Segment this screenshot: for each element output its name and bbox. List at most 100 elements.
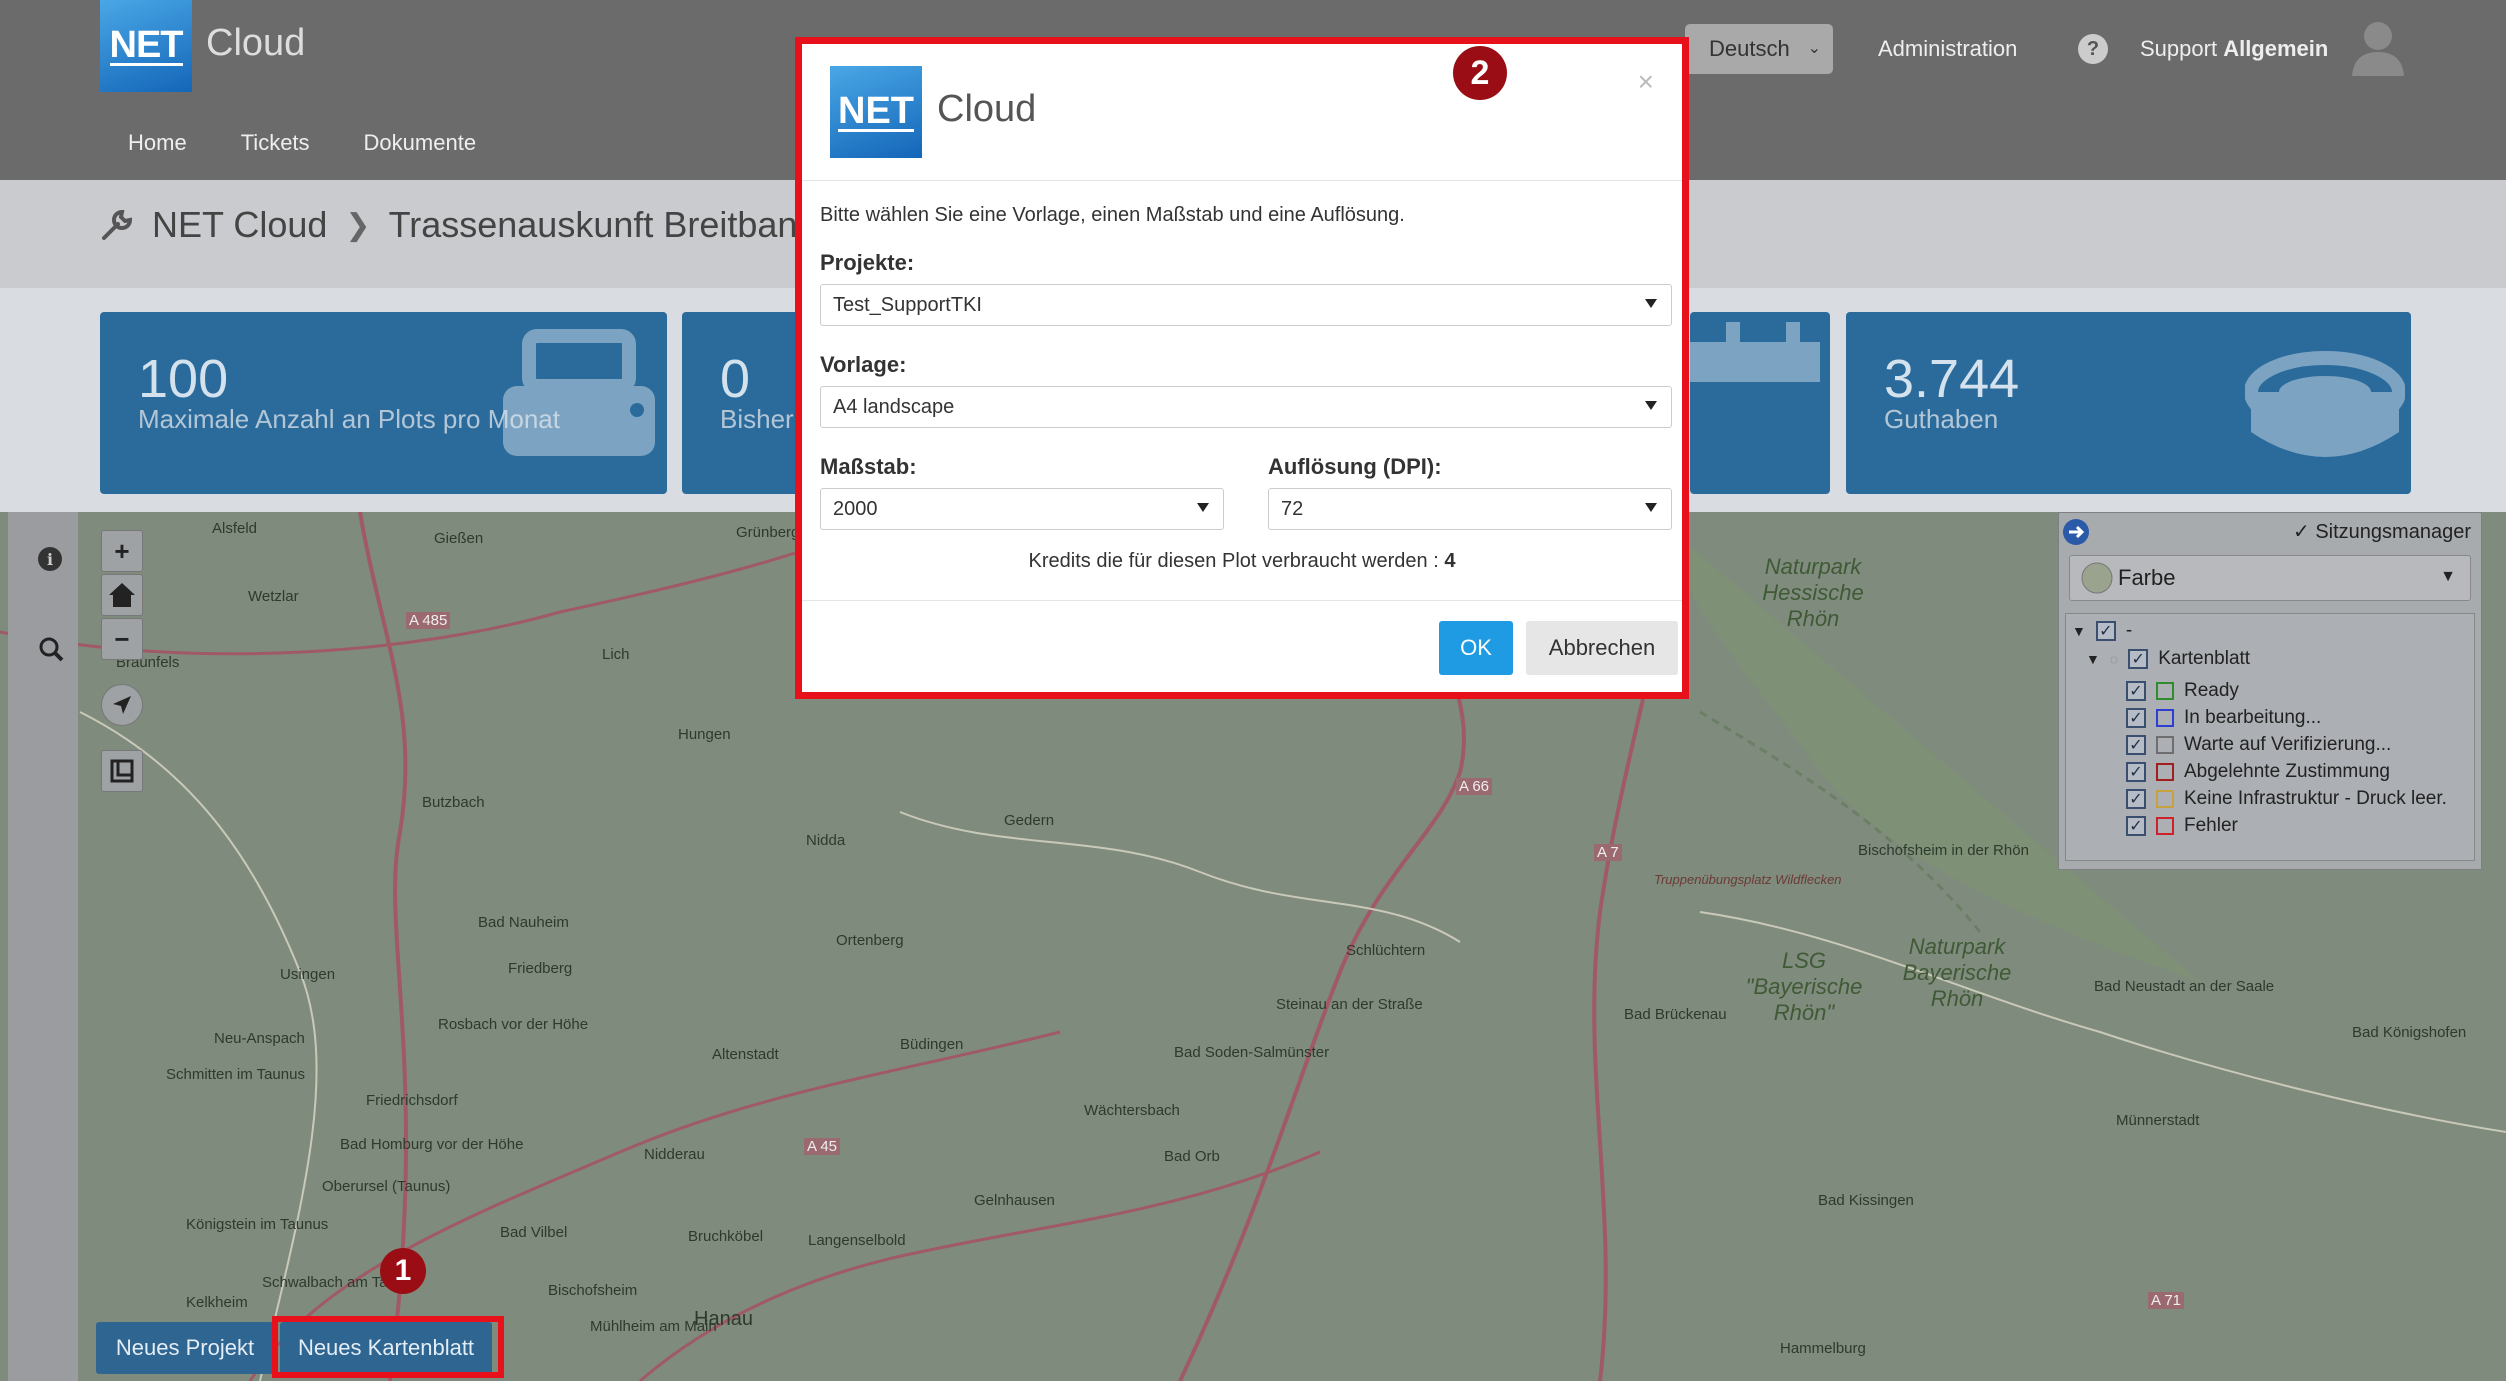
layer-item[interactable]: ✓ In bearbeitung... — [2126, 707, 2321, 729]
map-label: Königstein im Taunus — [186, 1216, 329, 1233]
legend-swatch — [2156, 817, 2174, 835]
close-icon[interactable]: × — [1638, 66, 1654, 98]
layer-item[interactable]: ✓ Keine Infrastruktur - Druck leer. — [2126, 788, 2447, 810]
nav-tickets[interactable]: Tickets — [241, 130, 310, 156]
layer-checkbox[interactable]: ✓ — [2126, 816, 2146, 836]
step-badge-1: 1 — [380, 1248, 426, 1294]
nav-home[interactable]: Home — [128, 130, 187, 156]
layer-checkbox[interactable]: ✓ — [2095, 621, 2116, 641]
ruler-icon — [110, 759, 134, 783]
layer-checkbox[interactable]: ✓ — [2126, 789, 2146, 809]
ok-button[interactable]: OK — [1439, 621, 1513, 675]
search-icon[interactable] — [38, 636, 64, 662]
map-region-label: Naturpark Bayerische Rhön — [1902, 934, 2012, 1011]
layer-item[interactable]: ✓ Fehler — [2126, 815, 2238, 837]
map-label: Hammelburg — [1780, 1340, 1866, 1357]
home-button[interactable] — [101, 574, 143, 616]
layer-item[interactable]: ✓ Abgelehnte Zustimmung — [2126, 761, 2390, 783]
home-icon — [109, 583, 135, 607]
stat-card-calendar — [1690, 312, 1830, 494]
map-region-label: Naturpark Hessische Rhön — [1762, 554, 1864, 631]
map-label: Bad Orb — [1164, 1148, 1220, 1165]
road-label: A 66 — [1456, 778, 1493, 795]
language-select[interactable]: Deutsch ⌄ — [1685, 24, 1833, 74]
layer-checkbox[interactable]: ✓ — [2128, 649, 2149, 669]
locate-button[interactable] — [101, 684, 143, 726]
session-manager[interactable]: ✓ Sitzungsmanager — [2069, 519, 2471, 547]
chevron-down-icon: ⌄ — [1807, 40, 1821, 57]
cancel-button[interactable]: Abbrechen — [1526, 621, 1678, 675]
help-icon[interactable]: ? — [2078, 34, 2108, 64]
layer-panel: ✓ Sitzungsmanager Farbe ▼ ▼ ✓ - ▼ ◌ ✓ Kartenb… — [2058, 512, 2482, 870]
zoom-out-button[interactable]: − — [101, 618, 143, 660]
measure-button[interactable] — [101, 750, 143, 792]
printer-icon — [503, 329, 655, 456]
map-label: Bad Soden-Salmünster — [1174, 1044, 1330, 1061]
map-label: Wetzlar — [248, 588, 299, 605]
wrench-icon — [102, 209, 133, 240]
avatar-icon[interactable] — [2350, 18, 2406, 76]
administration-link[interactable]: Administration — [1878, 36, 2017, 62]
layer-checkbox[interactable]: ✓ — [2126, 735, 2146, 755]
legend-swatch — [2156, 736, 2174, 754]
layer-checkbox[interactable]: ✓ — [2126, 708, 2146, 728]
road-label: A 7 — [1594, 844, 1622, 861]
map-label: Mühlheim am Main — [590, 1318, 717, 1335]
eye-off-icon[interactable]: ◌ — [2110, 651, 2118, 667]
dropdown-arrow-icon — [1645, 401, 1657, 410]
svg-text:i: i — [47, 550, 53, 569]
dpi-select[interactable]: 72 — [1268, 488, 1672, 530]
layer-checkbox[interactable]: ✓ — [2126, 681, 2146, 701]
dropdown-arrow-icon — [1645, 503, 1657, 512]
map-label: Büdingen — [900, 1036, 964, 1053]
road-label: A 71 — [2148, 1292, 2185, 1309]
map-label: Bischofsheim in der Rhön — [1858, 842, 2029, 859]
collapse-icon[interactable]: ▼ — [2086, 651, 2100, 667]
layer-group[interactable]: ▼ ◌ ✓ Kartenblatt — [2086, 648, 2250, 670]
layer-item[interactable]: ✓ Ready — [2126, 680, 2239, 702]
dpi-label: Auflösung (DPI): — [1268, 454, 1442, 479]
projects-select[interactable]: Test_SupportTKI — [820, 284, 1672, 326]
breadcrumb: NET Cloud ❯ Trassenauskunft Breitband — [100, 204, 817, 246]
scale-select[interactable]: 2000 — [820, 488, 1224, 530]
nav-dokumente[interactable]: Dokumente — [364, 130, 477, 156]
map-label: Gelnhausen — [974, 1192, 1055, 1209]
map-label: Bad Nauheim — [478, 914, 569, 931]
breadcrumb-root[interactable]: NET Cloud — [152, 204, 327, 246]
stat-value: 0 — [720, 349, 751, 409]
collapse-icon[interactable]: ▼ — [2072, 623, 2086, 639]
user-menu[interactable]: Support Allgemein — [2140, 36, 2328, 62]
map-label: Friedrichsdorf — [366, 1092, 458, 1109]
stat-card-used-plots: 0 Bisheri — [682, 312, 802, 494]
main-nav: Home Tickets Dokumente — [128, 130, 476, 156]
map-label: Lich — [602, 646, 630, 663]
map-label: Rosbach vor der Höhe — [438, 1016, 589, 1033]
map-label: Nidderau — [644, 1146, 705, 1163]
zoom-in-button[interactable]: + — [101, 530, 143, 572]
style-select[interactable]: Farbe ▼ — [2069, 555, 2471, 601]
map-label: Butzbach — [422, 794, 485, 811]
coins-icon — [2245, 351, 2405, 457]
stat-value: 100 — [138, 349, 229, 409]
legend-swatch — [2156, 763, 2174, 781]
info-icon[interactable]: i — [37, 546, 63, 572]
map-label: Hungen — [678, 726, 731, 743]
new-project-button[interactable]: Neues Projekt — [96, 1322, 274, 1374]
layer-root[interactable]: ▼ ✓ - — [2072, 620, 2132, 642]
dropdown-arrow-icon — [1197, 503, 1209, 512]
map-label: Schlüchtern — [1346, 942, 1426, 959]
layer-item[interactable]: ✓ Warte auf Verifizierung... — [2126, 734, 2391, 756]
highlight-new-sheet — [272, 1316, 504, 1378]
step-badge-2: 2 — [1453, 46, 1507, 100]
calendar-icon — [1690, 322, 1820, 382]
dialog-intro: Bitte wählen Sie eine Vorlage, einen Maß… — [820, 204, 1405, 226]
map-label: Bad Königshofen — [2352, 1024, 2467, 1041]
map-label: Usingen — [280, 966, 336, 983]
legend-swatch — [2156, 709, 2174, 727]
layer-checkbox[interactable]: ✓ — [2126, 762, 2146, 782]
template-select[interactable]: A4 landscape — [820, 386, 1672, 428]
net-logo[interactable]: NET — [100, 0, 192, 92]
legend-swatch — [2156, 682, 2174, 700]
map-label: Nidda — [806, 832, 846, 849]
map-region-label: LSG "Bayerische Rhön" — [1745, 948, 1863, 1025]
